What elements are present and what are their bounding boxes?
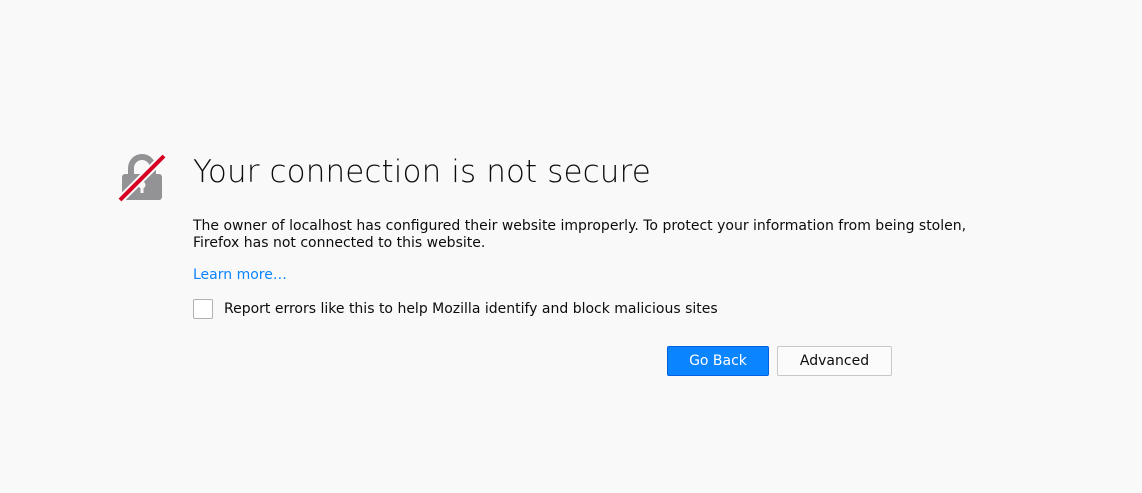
description-line-2: Firefox has not connected to this websit… [193,235,486,251]
error-description: The owner of localhost has configured th… [193,218,973,252]
report-errors-row: Report errors like this to help Mozilla … [193,299,973,319]
description-line-1: The owner of localhost has configured th… [193,218,967,234]
report-errors-checkbox[interactable] [193,299,213,319]
broken-lock-icon [117,153,167,203]
button-row: Go Back Advanced [667,346,892,376]
report-errors-label[interactable]: Report errors like this to help Mozilla … [224,301,718,318]
page-title: Your connection is not secure [193,154,651,190]
learn-more-link[interactable]: Learn more… [193,267,287,284]
error-content: Your connection is not secure The owner … [193,150,973,319]
advanced-button[interactable]: Advanced [777,346,892,376]
go-back-button[interactable]: Go Back [667,346,769,376]
